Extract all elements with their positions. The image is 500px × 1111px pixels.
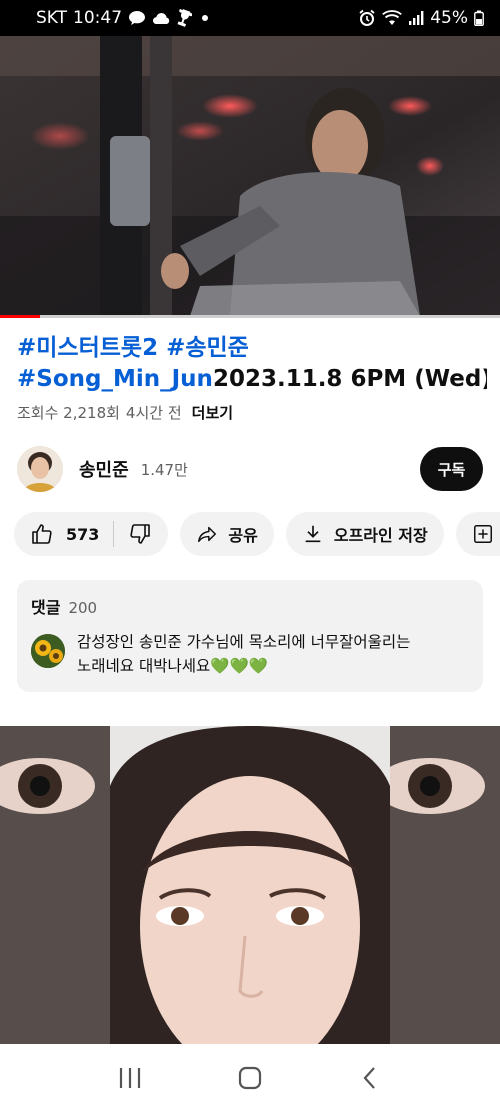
comments-label: 댓글	[31, 598, 61, 617]
thumbs-down-icon	[130, 524, 151, 544]
title-text: 2023.11.8 6PM (Wed) 음..	[212, 366, 487, 392]
hashtag-link[interactable]: #미스터트롯2	[17, 335, 158, 361]
alarm-icon	[358, 9, 376, 27]
chat-bubble-icon	[128, 10, 146, 26]
share-button[interactable]: 공유	[180, 512, 274, 556]
like-count: 573	[66, 524, 100, 544]
trophy-icon	[176, 9, 193, 27]
offline-save-label: 오프라인 저장	[333, 526, 428, 545]
cloud-icon	[152, 11, 170, 25]
battery-percent: 45%	[430, 8, 468, 28]
subscriber-count: 1.47만	[140, 460, 188, 479]
download-icon	[305, 525, 321, 543]
thumbs-up-icon	[32, 524, 52, 544]
commenter-avatar	[31, 634, 65, 668]
share-label: 공유	[228, 526, 258, 545]
playlist-add-icon	[473, 525, 492, 543]
recent-apps-button[interactable]	[100, 1053, 160, 1103]
title-line-2: #Song_Min_Jun2023.11.8 6PM (Wed) 음..	[17, 364, 487, 395]
channel-avatar[interactable]	[17, 446, 63, 492]
channel-name[interactable]: 송민준	[79, 456, 129, 482]
home-icon	[238, 1066, 262, 1089]
share-icon	[198, 526, 217, 543]
title-line-1: #미스터트롯2 #송민준	[17, 333, 487, 364]
chip-divider	[113, 521, 115, 547]
video-player[interactable]	[0, 36, 500, 316]
back-button[interactable]	[340, 1053, 400, 1103]
comments-header: 댓글 200	[31, 594, 469, 618]
like-button[interactable]: 573	[30, 522, 99, 546]
video-title[interactable]: #미스터트롯2 #송민준 #Song_Min_Jun2023.11.8 6PM …	[17, 333, 487, 395]
wifi-icon	[382, 10, 402, 26]
top-comment: 감성장인 송민준 가수님에 목소리에 너무잘어울리는 노래네요 대박나세요💚💚💚	[31, 630, 469, 678]
face-image	[0, 726, 500, 1044]
like-dislike-chip: 573	[14, 512, 169, 556]
dot-icon	[198, 11, 212, 25]
comments-count: 200	[68, 599, 98, 617]
view-count: 조회수 2,218회	[17, 404, 120, 422]
hashtag-link[interactable]: #Song_Min_Jun	[17, 366, 213, 392]
system-nav-bar	[0, 1044, 500, 1111]
action-bar: 573 공유 오프라인 저장 저	[14, 512, 500, 558]
offline-save-button[interactable]: 오프라인 저장	[285, 512, 444, 556]
recent-apps-icon	[119, 1067, 141, 1088]
back-icon	[363, 1066, 375, 1089]
comment-line: 노래네요 대박나세요💚💚💚	[77, 657, 269, 675]
hashtag-link[interactable]: #송민준	[166, 335, 249, 361]
promoted-content-image[interactable]	[0, 726, 500, 1044]
video-progress-fill	[0, 315, 40, 318]
video-meta: 조회수 2,218회 4시간 전 더보기	[17, 402, 233, 423]
channel-row: 송민준 1.47만 구독	[17, 444, 483, 494]
comment-line: 감성장인 송민준 가수님에 목소리에 너무잘어울리는	[77, 633, 411, 651]
dislike-button[interactable]	[128, 522, 152, 546]
home-button[interactable]	[220, 1053, 280, 1103]
subscribe-button[interactable]: 구독	[420, 447, 483, 491]
signal-icon	[408, 10, 424, 26]
battery-icon	[474, 10, 484, 26]
video-progress-bar[interactable]	[0, 315, 500, 318]
status-bar: SKT 10:47 45%	[0, 0, 500, 36]
save-to-playlist-button[interactable]: 저	[455, 512, 500, 556]
carrier-label: SKT	[36, 8, 68, 28]
clock: 10:47	[73, 8, 123, 28]
upload-age: 4시간 전	[125, 404, 182, 422]
comment-text: 감성장인 송민준 가수님에 목소리에 너무잘어울리는 노래네요 대박나세요💚💚💚	[77, 630, 457, 678]
video-frame	[0, 36, 500, 316]
comments-panel[interactable]: 댓글 200 감성장인 송민준 가수님에 목소리에 너무잘어울리는 노래네요 대…	[17, 580, 483, 692]
more-button[interactable]: 더보기	[192, 402, 233, 423]
